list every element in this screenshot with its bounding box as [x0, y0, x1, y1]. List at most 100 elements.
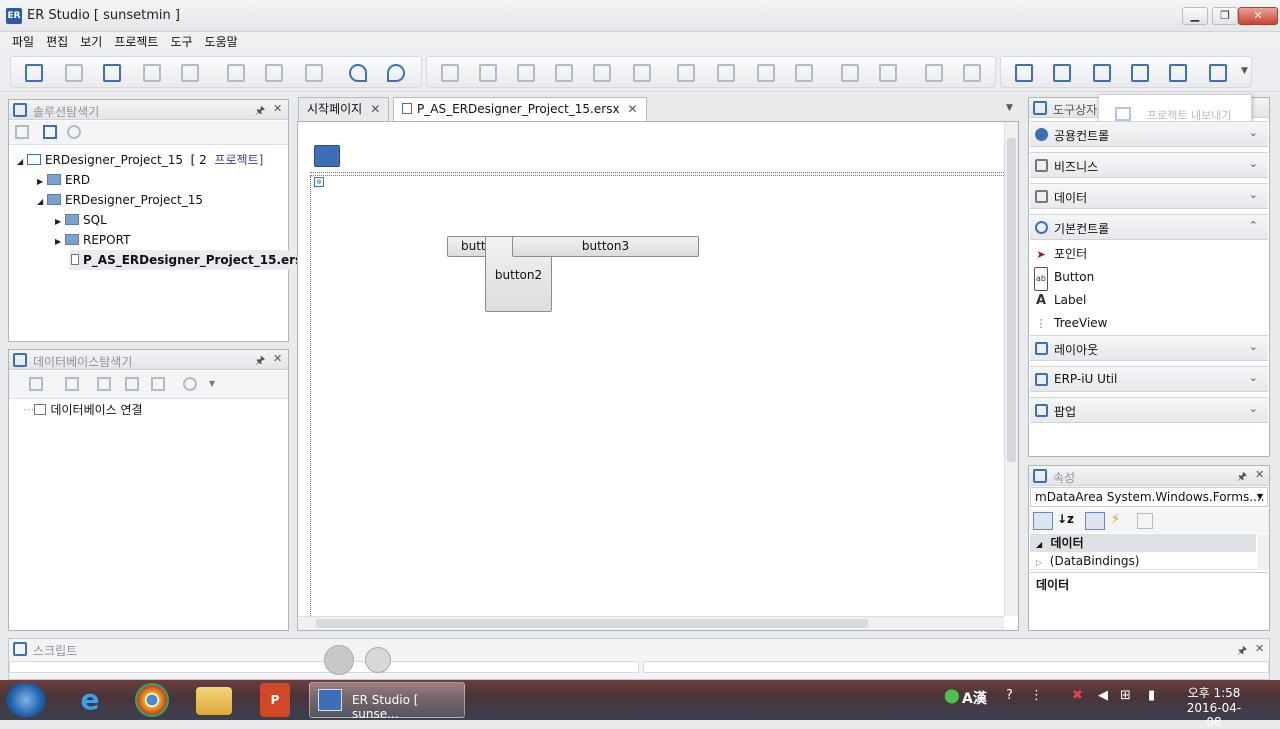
properties-view-icon[interactable] — [1085, 512, 1105, 530]
taskbar-er-studio[interactable]: ER Studio [ sunse... — [309, 682, 465, 721]
search-dropdown-icon[interactable]: ▼ — [209, 379, 215, 388]
chrome-icon[interactable] — [135, 683, 169, 717]
button3[interactable]: button3 — [512, 236, 699, 257]
alphabetical-icon[interactable]: ↓z — [1057, 512, 1074, 526]
tool-pointer[interactable]: ➤ 포인터 — [1034, 243, 1087, 265]
paste-icon[interactable] — [305, 64, 323, 82]
align-left-icon[interactable] — [441, 64, 459, 82]
view-icon[interactable] — [125, 377, 139, 391]
horizontal-scrollbar[interactable] — [298, 616, 1004, 630]
toolbox-category-popup[interactable]: 팝업 ⌄ — [1030, 397, 1268, 423]
db-connection-item[interactable]: ··· 데이터베이스 연결 — [23, 400, 143, 420]
chart-icon[interactable] — [1209, 64, 1227, 82]
query-icon[interactable] — [1131, 64, 1149, 82]
menu-help[interactable]: 도움말 — [199, 32, 244, 52]
tree-item-project[interactable]: ◢ ERDesigner_Project_15 — [37, 190, 203, 210]
same-height-icon[interactable] — [717, 64, 735, 82]
horizontal-scrollbar-thumb[interactable] — [316, 619, 868, 628]
toolbox-category-business[interactable]: 비즈니스 ⌄ — [1030, 152, 1268, 178]
build-icon[interactable] — [1053, 64, 1071, 82]
add-connection-icon[interactable] — [29, 377, 43, 391]
restore-button[interactable]: ❐ — [1212, 7, 1238, 25]
center-vertical-icon[interactable] — [879, 64, 897, 82]
action-center-icon[interactable]: ▮ — [1148, 688, 1155, 703]
clock[interactable]: 오후 1:58 2016-04-08 — [1184, 684, 1244, 729]
center-horizontal-icon[interactable] — [841, 64, 859, 82]
same-size-icon[interactable] — [757, 64, 775, 82]
tree-item-ersx-file[interactable]: P_AS_ERDesigner_Project_15.ersx — [69, 250, 314, 270]
events-icon[interactable]: ⚡ — [1111, 512, 1120, 527]
save-all-icon[interactable] — [181, 64, 199, 82]
menu-file[interactable]: 파일 — [6, 32, 40, 52]
copy-icon[interactable] — [265, 64, 283, 82]
procedure-icon[interactable] — [151, 377, 165, 391]
tab-close-icon[interactable]: ✕ — [628, 102, 638, 116]
internet-explorer-icon[interactable]: e — [68, 683, 112, 717]
tool-label[interactable]: A Label — [1034, 289, 1086, 311]
menu-view[interactable]: 보기 — [74, 32, 108, 52]
align-middle-icon[interactable] — [593, 64, 611, 82]
same-width-icon[interactable] — [677, 64, 695, 82]
tree-root[interactable]: ◢ ERDesigner_Project_15 [ 2 프로젝트] — [17, 150, 263, 170]
help-icon[interactable]: ? — [1006, 688, 1013, 703]
menu-edit[interactable]: 편집 — [40, 32, 74, 52]
size-to-grid-icon[interactable] — [795, 64, 813, 82]
properties-scrollbar[interactable] — [1257, 534, 1269, 570]
panel-close-icon[interactable]: ✕ — [273, 102, 282, 115]
pin-icon[interactable]: 🖈 — [255, 352, 265, 371]
send-back-icon[interactable] — [963, 64, 981, 82]
panel-close-icon[interactable]: ✕ — [1255, 468, 1264, 481]
tab-close-icon[interactable]: ✕ — [370, 102, 380, 116]
form-designer[interactable]: ⊕ butt button2 button3 — [297, 121, 1019, 631]
show-all-files-icon[interactable] — [43, 125, 57, 139]
minimize-button[interactable]: ▁ — [1182, 7, 1208, 25]
new-project-icon[interactable] — [25, 64, 43, 82]
start-button-icon[interactable] — [6, 683, 46, 717]
align-right-icon[interactable] — [517, 64, 535, 82]
menu-project[interactable]: 프로젝트 — [108, 32, 164, 52]
save-icon[interactable] — [143, 64, 161, 82]
pin-icon[interactable]: 🖈 — [1237, 468, 1247, 487]
redo-icon[interactable] — [387, 64, 405, 82]
file-explorer-icon[interactable] — [196, 687, 232, 715]
component-tray-icon[interactable] — [314, 145, 340, 167]
pin-icon[interactable]: 🖈 — [1237, 642, 1247, 661]
categorized-icon[interactable] — [1033, 512, 1053, 530]
property-row-databindings[interactable]: ▷ (DataBindings) — [1030, 552, 1256, 570]
run-icon[interactable] — [1015, 64, 1033, 82]
toolbox-category-basic[interactable]: 기본컨트롤 ⌃ — [1030, 214, 1268, 240]
pin-icon[interactable]: 🖈 — [255, 102, 265, 121]
tree-item-report[interactable]: ▶ REPORT — [55, 230, 130, 250]
vertical-scrollbar-thumb[interactable] — [1007, 138, 1016, 462]
tree-item-sql[interactable]: ▶ SQL — [55, 210, 107, 230]
tool-treeview[interactable]: ⋮ TreeView — [1034, 312, 1108, 334]
align-bottom-icon[interactable] — [633, 64, 651, 82]
powerpoint-icon[interactable]: P — [260, 683, 290, 717]
close-button[interactable]: ✕ — [1238, 7, 1278, 25]
toolbox-category-common[interactable]: 공용컨트롤 ⌄ — [1030, 121, 1268, 147]
network-icon[interactable]: ⬤ — [944, 688, 960, 704]
refresh-icon[interactable] — [67, 125, 81, 139]
button1[interactable]: butt — [447, 236, 487, 257]
toolbox-category-data[interactable]: 데이터 ⌄ — [1030, 183, 1268, 209]
new-file-icon[interactable] — [65, 64, 83, 82]
tray-overflow-icon[interactable]: ⋮ — [1030, 688, 1043, 703]
align-center-icon[interactable] — [479, 64, 497, 82]
bring-front-icon[interactable] — [925, 64, 943, 82]
toolbox-category-erp-util[interactable]: ERP-iU Util ⌄ — [1030, 366, 1268, 392]
property-pages-icon[interactable] — [1137, 513, 1153, 529]
panel-close-icon[interactable]: ✕ — [273, 352, 282, 365]
menu-tools[interactable]: 도구 — [164, 32, 198, 52]
properties-icon[interactable] — [15, 125, 29, 139]
volume-icon[interactable]: ◀ — [1098, 688, 1108, 703]
tray-flag-icon[interactable]: ✖ — [1072, 688, 1083, 703]
tab-ersx-file[interactable]: P_AS_ERDesigner_Project_15.ersx ✕ — [393, 97, 647, 121]
tool-button[interactable]: ab Button — [1034, 266, 1094, 291]
tab-list-dropdown-icon[interactable]: ▼ — [1006, 103, 1013, 113]
deploy-icon[interactable] — [1093, 64, 1111, 82]
vertical-scrollbar[interactable] — [1004, 122, 1018, 616]
remove-connection-icon[interactable] — [65, 377, 79, 391]
toolbar-overflow-icon[interactable]: ▼ — [1241, 66, 1248, 76]
object-selector[interactable]: mDataArea System.Windows.Forms.... ▼ — [1030, 487, 1268, 507]
table-icon[interactable] — [97, 377, 111, 391]
